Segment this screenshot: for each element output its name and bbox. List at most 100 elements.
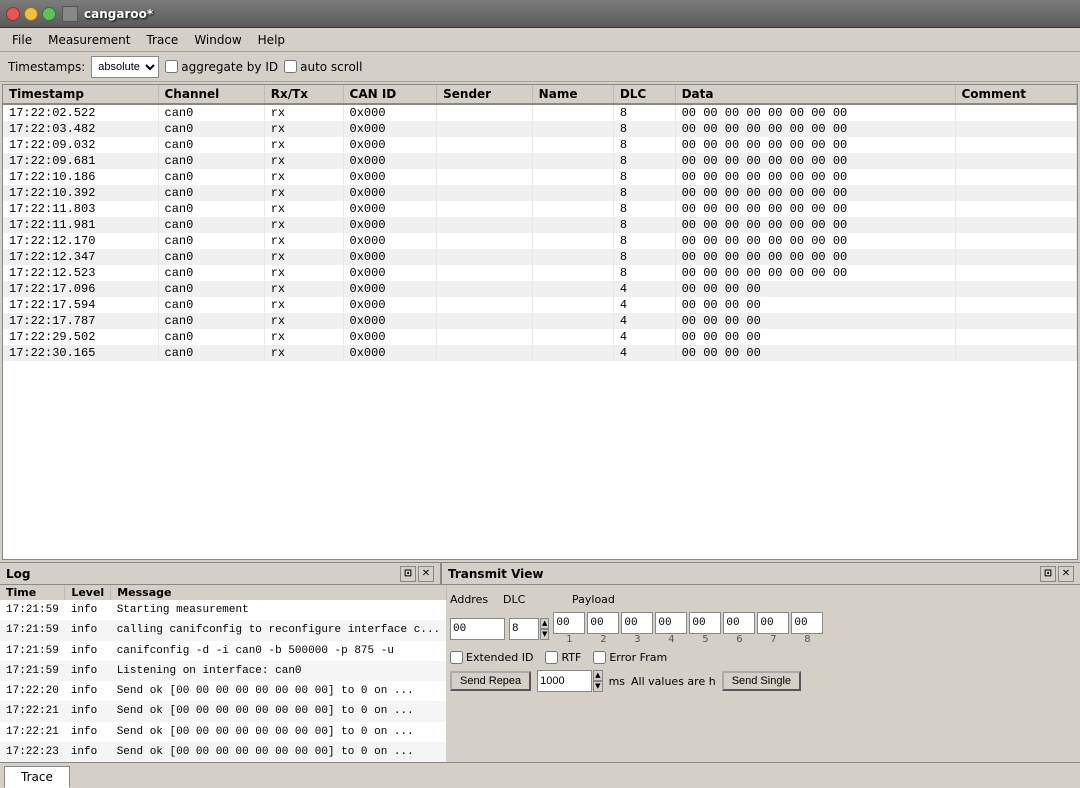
error-frame-checkbox[interactable] — [593, 651, 606, 664]
trace-cell — [532, 169, 613, 185]
ms-input[interactable] — [537, 670, 592, 692]
minimize-button[interactable] — [24, 7, 38, 21]
payload-byte-input[interactable] — [723, 612, 755, 634]
maximize-button[interactable] — [42, 7, 56, 21]
menu-measurement[interactable]: Measurement — [40, 31, 138, 49]
col-channel: Channel — [158, 85, 264, 104]
menu-window[interactable]: Window — [186, 31, 249, 49]
dlc-down-arrow[interactable]: ▼ — [540, 629, 549, 640]
rtf-label[interactable]: RTF — [545, 651, 581, 664]
payload-byte-input[interactable] — [553, 612, 585, 634]
trace-cell: 00 00 00 00 — [675, 297, 955, 313]
dlc-spinner[interactable]: ▲ ▼ — [509, 618, 549, 640]
col-canid: CAN ID — [343, 85, 437, 104]
ms-down-arrow[interactable]: ▼ — [593, 681, 602, 692]
table-row[interactable]: 17:22:30.165can0rx0x000400 00 00 00 — [3, 345, 1077, 361]
timestamps-select[interactable]: absolute relative delta — [91, 56, 159, 78]
table-row[interactable]: 17:22:11.803can0rx0x000800 00 00 00 00 0… — [3, 201, 1077, 217]
trace-cell: 0x000 — [343, 121, 437, 137]
log-panel: Log ⊡ ✕ Time Level Message 17:21:59infoS… — [0, 563, 442, 762]
trace-cell — [532, 233, 613, 249]
table-row[interactable]: 17:22:11.981can0rx0x000800 00 00 00 00 0… — [3, 217, 1077, 233]
payload-byte-input[interactable] — [621, 612, 653, 634]
dlc-input[interactable] — [509, 618, 539, 640]
trace-cell: rx — [264, 329, 343, 345]
table-row[interactable]: 17:22:10.392can0rx0x000800 00 00 00 00 0… — [3, 185, 1077, 201]
aggregate-checkbox[interactable] — [165, 60, 178, 73]
table-row[interactable]: 17:22:12.170can0rx0x000800 00 00 00 00 0… — [3, 233, 1077, 249]
log-panel-controls[interactable]: ⊡ ✕ — [400, 566, 434, 582]
trace-cell — [532, 121, 613, 137]
col-dlc: DLC — [613, 85, 675, 104]
trace-cell: rx — [264, 169, 343, 185]
log-float-button[interactable]: ⊡ — [400, 566, 416, 582]
trace-cell: 4 — [613, 329, 675, 345]
extended-id-checkbox[interactable] — [450, 651, 463, 664]
table-row[interactable]: 17:22:29.502can0rx0x000400 00 00 00 — [3, 329, 1077, 345]
payload-byte-input[interactable] — [587, 612, 619, 634]
payload-byte-input[interactable] — [791, 612, 823, 634]
dlc-up-arrow[interactable]: ▲ — [540, 618, 549, 629]
table-row[interactable]: 17:22:10.186can0rx0x000800 00 00 00 00 0… — [3, 169, 1077, 185]
table-row[interactable]: 17:22:17.096can0rx0x000400 00 00 00 — [3, 281, 1077, 297]
autoscroll-label[interactable]: auto scroll — [284, 60, 362, 74]
transmit-panel-controls[interactable]: ⊡ ✕ — [1040, 566, 1074, 582]
trace-cell: 4 — [613, 313, 675, 329]
trace-cell: 17:22:11.803 — [3, 201, 158, 217]
table-row[interactable]: 17:22:09.681can0rx0x000800 00 00 00 00 0… — [3, 153, 1077, 169]
log-cell: info — [65, 701, 111, 721]
trace-cell — [955, 281, 1077, 297]
trace-cell: 0x000 — [343, 137, 437, 153]
menu-file[interactable]: File — [4, 31, 40, 49]
extended-id-label[interactable]: Extended ID — [450, 651, 533, 664]
send-repeat-button[interactable]: Send Repea — [450, 671, 531, 691]
window-controls[interactable] — [6, 7, 56, 21]
table-row[interactable]: 17:22:12.523can0rx0x000800 00 00 00 00 0… — [3, 265, 1077, 281]
table-row[interactable]: 17:22:02.522can0rx0x000800 00 00 00 00 0… — [3, 104, 1077, 121]
table-row[interactable]: 17:22:03.482can0rx0x000800 00 00 00 00 0… — [3, 121, 1077, 137]
payload-grid: 12345678 — [553, 612, 823, 645]
transmit-inputs-row: ▲ ▼ 12345678 — [450, 612, 1072, 645]
menu-trace[interactable]: Trace — [138, 31, 186, 49]
list-item: 17:21:59infoStarting measurement — [0, 600, 446, 620]
rtf-checkbox[interactable] — [545, 651, 558, 664]
trace-cell: can0 — [158, 233, 264, 249]
trace-cell: can0 — [158, 297, 264, 313]
trace-cell: 8 — [613, 233, 675, 249]
autoscroll-checkbox[interactable] — [284, 60, 297, 73]
transmit-float-button[interactable]: ⊡ — [1040, 566, 1056, 582]
log-cell: canifconfig -d -i can0 -b 500000 -p 875 … — [111, 641, 446, 661]
log-cell: Send ok [00 00 00 00 00 00 00 00] to 0 o… — [111, 681, 446, 701]
trace-cell — [955, 297, 1077, 313]
payload-byte-input[interactable] — [757, 612, 789, 634]
send-single-button[interactable]: Send Single — [722, 671, 801, 691]
ms-arrows[interactable]: ▲ ▼ — [593, 670, 602, 692]
trace-cell: 8 — [613, 137, 675, 153]
trace-cell: 4 — [613, 281, 675, 297]
aggregate-label[interactable]: aggregate by ID — [165, 60, 278, 74]
trace-cell — [437, 313, 533, 329]
trace-cell: 0x000 — [343, 169, 437, 185]
log-title: Log — [6, 567, 30, 581]
log-close-button[interactable]: ✕ — [418, 566, 434, 582]
table-row[interactable]: 17:22:09.032can0rx0x000800 00 00 00 00 0… — [3, 137, 1077, 153]
trace-cell — [532, 313, 613, 329]
dlc-arrows[interactable]: ▲ ▼ — [540, 618, 549, 640]
trace-cell: rx — [264, 233, 343, 249]
tab-trace[interactable]: Trace — [4, 766, 70, 788]
table-row[interactable]: 17:22:12.347can0rx0x000800 00 00 00 00 0… — [3, 249, 1077, 265]
transmit-checks-row: Extended ID RTF Error Fram — [450, 651, 1072, 664]
payload-byte-input[interactable] — [689, 612, 721, 634]
payload-byte-input[interactable] — [655, 612, 687, 634]
address-input[interactable] — [450, 618, 505, 640]
error-frame-label[interactable]: Error Fram — [593, 651, 667, 664]
table-row[interactable]: 17:22:17.787can0rx0x000400 00 00 00 — [3, 313, 1077, 329]
ms-up-arrow[interactable]: ▲ — [593, 670, 602, 681]
trace-cell: 17:22:09.032 — [3, 137, 158, 153]
transmit-close-button[interactable]: ✕ — [1058, 566, 1074, 582]
table-row[interactable]: 17:22:17.594can0rx0x000400 00 00 00 — [3, 297, 1077, 313]
ms-spinner[interactable]: ▲ ▼ — [537, 670, 602, 692]
close-button[interactable] — [6, 7, 20, 21]
menu-help[interactable]: Help — [250, 31, 293, 49]
trace-cell: 00 00 00 00 00 00 00 00 — [675, 249, 955, 265]
